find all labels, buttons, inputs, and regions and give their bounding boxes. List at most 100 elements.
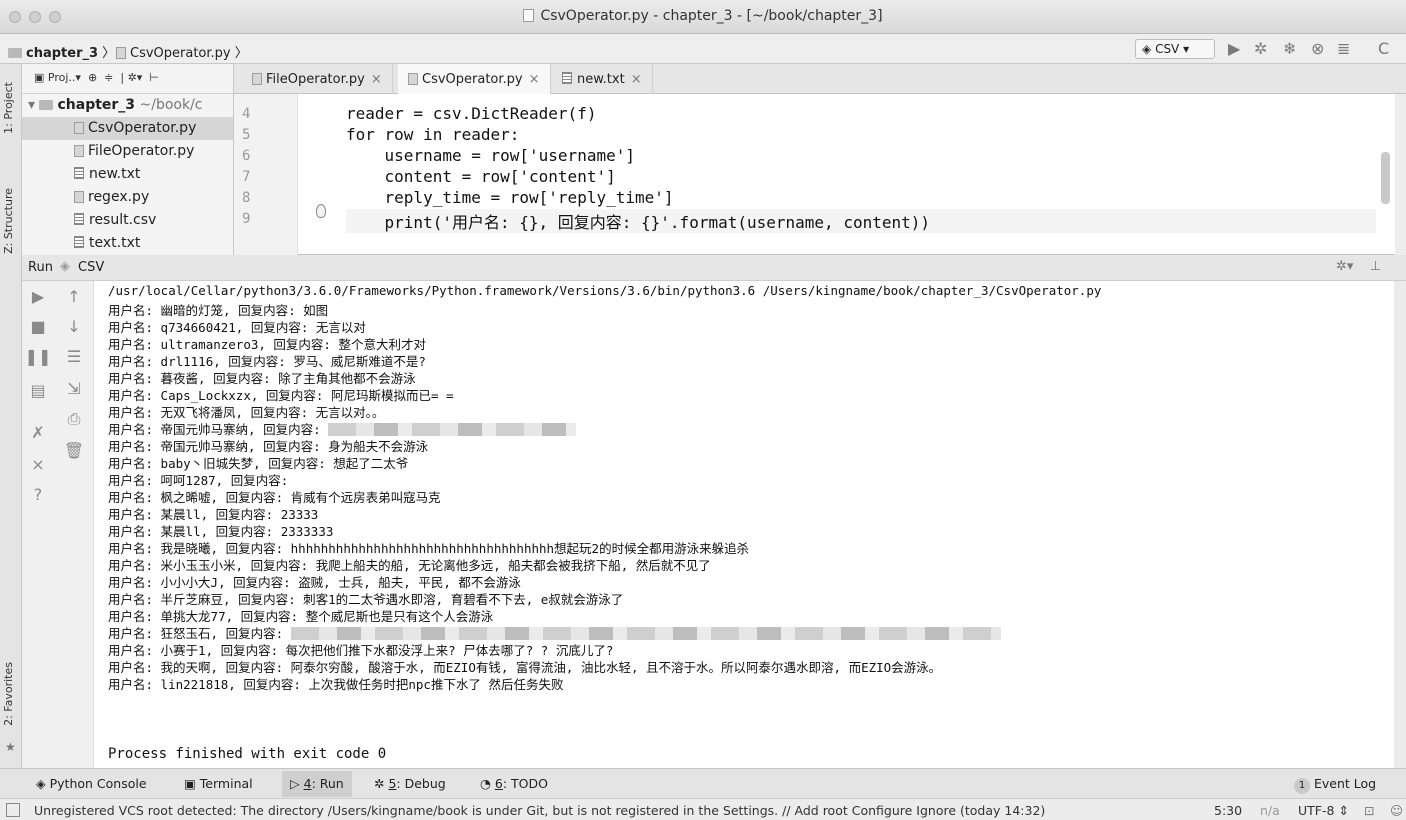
close-icon[interactable]: ×	[529, 72, 540, 87]
console-line: 用户名: 我的天啊, 回复内容: 阿泰尔穷酸, 酸溶于水, 而EZIO有钱, 富…	[108, 660, 942, 675]
redacted-image	[290, 627, 1001, 640]
right-tool-strip	[1395, 94, 1406, 255]
pause-icon[interactable]: ❚❚	[22, 347, 54, 366]
tree-item-regex[interactable]: regex.py	[22, 186, 233, 209]
tab-fileoperator[interactable]: FileOperator.py ×	[242, 64, 393, 94]
python-icon: ◈	[60, 259, 70, 274]
breadcrumb-file[interactable]: CsvOperator.py 〉	[116, 42, 248, 61]
tree-item-new-txt[interactable]: new.txt	[22, 163, 233, 186]
left-tool-strip: 1: Project Z: Structure 2: Favorites ★	[0, 64, 22, 768]
search-everywhere-icon[interactable]: C	[1378, 40, 1389, 58]
code-line: content = row['content']	[346, 167, 616, 186]
folder-icon	[39, 100, 54, 110]
console-line: 用户名: 幽暗的灯笼, 回复内容: 如图	[108, 303, 329, 318]
run-config-name[interactable]: CSV	[78, 260, 104, 275]
scroll-from-source-icon[interactable]: ⊕	[88, 71, 97, 84]
redacted-image	[328, 423, 577, 436]
text-file-icon	[74, 167, 84, 179]
toggle-tool-windows-icon[interactable]	[6, 803, 20, 817]
lock-icon[interactable]: ⊡	[1364, 803, 1374, 818]
line-number: 9	[242, 211, 251, 227]
tab-python-console[interactable]: ◈ Python Console	[36, 776, 147, 791]
up-arrow-icon[interactable]: ↑	[58, 287, 90, 306]
status-message[interactable]: Unregistered VCS root detected: The dire…	[34, 803, 1045, 818]
rerun-icon[interactable]: ▶	[22, 287, 54, 306]
project-toolbar: ▣ Proj..▾ ⊕ ≑ | ✲▾ ⊢	[22, 64, 233, 94]
console-line: 用户名: 我是晓曦, 回复内容: hhhhhhhhhhhhhhhhhhhhhhh…	[108, 541, 750, 556]
pin-icon[interactable]: ✗	[22, 423, 54, 442]
tab-project[interactable]: 1: Project	[2, 82, 15, 134]
print-icon[interactable]: ⎙	[58, 409, 90, 429]
close-icon[interactable]: ×	[631, 72, 642, 87]
csv-file-icon	[74, 213, 84, 225]
code-line: for row in reader:	[346, 125, 520, 144]
hide-panel-icon[interactable]: ⊥	[1370, 259, 1381, 274]
run-icon[interactable]: ▶	[1228, 40, 1240, 58]
project-view-icon: ▣	[34, 71, 45, 84]
caret-position[interactable]: 5:30	[1214, 803, 1242, 818]
trash-icon[interactable]: 🗑	[58, 441, 90, 460]
run-configuration-select[interactable]: ◈ CSV ▾	[1135, 39, 1215, 59]
console-line: 用户名: 单挑大龙77, 回复内容: 整个威尼斯也是只有这个人会游泳	[108, 609, 494, 624]
tree-root-chapter-3[interactable]: ▾ chapter_3 ~/book/c	[22, 94, 233, 117]
debug-icon[interactable]: ✲	[1254, 40, 1267, 58]
tab-new-txt[interactable]: new.txt ×	[552, 64, 653, 94]
run-console[interactable]: /usr/local/Cellar/python3/3.6.0/Framewor…	[94, 281, 1394, 768]
tree-item-csvoperator[interactable]: CsvOperator.py	[22, 117, 233, 140]
code-line: reply_time = row['reply_time']	[346, 188, 674, 207]
tree-item-result-csv[interactable]: result.csv	[22, 209, 233, 232]
hide-panel-icon[interactable]: ⊢	[149, 71, 159, 84]
editor-tabs: FileOperator.py × CsvOperator.py × new.txt…	[234, 64, 1406, 94]
help-icon[interactable]: ?	[22, 485, 54, 504]
close-icon[interactable]: ×	[22, 455, 54, 474]
editor-scrollbar[interactable]	[1381, 152, 1390, 204]
console-line: 用户名: 某晨ll, 回复内容: 23333	[108, 507, 319, 522]
code-line: username = row['username']	[346, 146, 635, 165]
tab-structure[interactable]: Z: Structure	[2, 188, 15, 254]
tab-terminal[interactable]: ▣ Terminal	[184, 776, 253, 791]
scroll-to-end-icon[interactable]: ⇲	[58, 379, 90, 398]
tab-run[interactable]: ▷ 4: Run	[282, 771, 352, 797]
down-arrow-icon[interactable]: ↓	[58, 317, 90, 336]
tab-csvoperator[interactable]: CsvOperator.py ×	[398, 64, 551, 94]
project-view-select[interactable]: Proj..	[48, 71, 76, 84]
gear-icon[interactable]: ✲▾	[128, 71, 143, 84]
line-number: 8	[242, 190, 251, 206]
profile-icon[interactable]: ⊗	[1311, 40, 1324, 58]
console-line: 用户名: 枫之晞嘘, 回复内容: 肯威有个远房表弟叫寇马克	[108, 490, 441, 505]
console-line: 用户名: 暮夜酱, 回复内容: 除了主角其他都不会游泳	[108, 371, 416, 386]
inspector-icon[interactable]: ☺	[1390, 803, 1403, 818]
console-line: 用户名: 狂怒玉石, 回复内容:	[108, 623, 1001, 641]
console-line: 用户名: 帝国元帅马寨纳, 回复内容: 身为船夫不会游泳	[108, 439, 429, 454]
python-file-icon	[74, 122, 84, 134]
tree-item-text-txt[interactable]: text.txt	[22, 232, 233, 255]
console-toolbar: ↑ ↓ ☰ ⇲ ⎙ 🗑	[54, 281, 94, 768]
line-number: 7	[242, 169, 251, 185]
code-editor[interactable]: 4 5 6 7 8 9 reader = csv.DictReader(f) f…	[234, 94, 1406, 255]
line-number: 6	[242, 148, 251, 164]
gear-icon[interactable]: ✲▾	[1336, 259, 1353, 274]
restore-layout-icon[interactable]: ▤	[22, 381, 54, 400]
tab-favorites[interactable]: 2: Favorites	[2, 662, 15, 726]
stop-icon[interactable]: ■	[22, 317, 54, 336]
tab-debug[interactable]: ✲ 5: Debug	[374, 776, 446, 791]
coverage-icon[interactable]: ❄	[1283, 40, 1296, 58]
breadcrumb-project[interactable]: chapter_3 〉	[8, 42, 115, 61]
console-line: 用户名: 帝国元帅马寨纳, 回复内容:	[108, 419, 577, 437]
tree-item-fileoperator[interactable]: FileOperator.py	[22, 140, 233, 163]
line-separator[interactable]: n/a	[1260, 803, 1280, 818]
soft-wrap-icon[interactable]: ☰	[58, 347, 90, 366]
text-file-icon	[74, 236, 84, 248]
tab-todo[interactable]: ◔ 6: TODO	[480, 776, 548, 791]
console-line: 用户名: lin221818, 回复内容: 上次我做任务时把npc推下水了 然后…	[108, 677, 564, 692]
todo-icon: ◔	[480, 776, 491, 791]
python-file-icon	[74, 191, 84, 203]
python-file-icon	[252, 73, 262, 85]
window-title: CsvOperator.py - chapter_3 - [~/book/cha…	[0, 8, 1406, 24]
lightbulb-icon[interactable]	[316, 204, 326, 218]
file-encoding[interactable]: UTF-8 ⇕	[1298, 803, 1349, 818]
structure-icon[interactable]: ≣	[1337, 40, 1350, 58]
collapse-all-icon[interactable]: ≑	[104, 71, 113, 84]
close-icon[interactable]: ×	[371, 72, 382, 87]
tab-event-log[interactable]: 1 Event Log	[1294, 776, 1376, 794]
